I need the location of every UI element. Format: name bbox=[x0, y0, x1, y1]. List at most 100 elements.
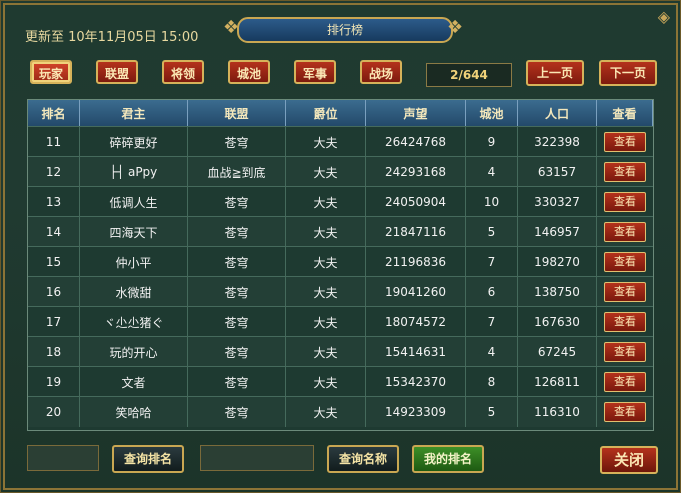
lord-cell: 文者 bbox=[80, 367, 188, 397]
title-cell: 大夫 bbox=[286, 367, 366, 397]
population-cell: 322398 bbox=[518, 127, 597, 157]
table-row: 12 ├┤ aPpy 血战≧到底 大夫 24293168 4 63157 查看 bbox=[28, 156, 653, 187]
cities-cell: 4 bbox=[466, 337, 518, 367]
prev-page-button[interactable]: 上一页 bbox=[526, 60, 584, 86]
col-view: 查看 bbox=[597, 100, 653, 126]
tab-military[interactable]: 军事 bbox=[294, 60, 336, 84]
rank-cell: 13 bbox=[28, 187, 80, 217]
prestige-cell: 18074572 bbox=[366, 307, 466, 337]
view-button[interactable]: 查看 bbox=[604, 342, 646, 362]
lord-cell: 碎碎更好 bbox=[80, 127, 188, 157]
view-button[interactable]: 查看 bbox=[604, 222, 646, 242]
tab-player[interactable]: 玩家 bbox=[30, 60, 72, 84]
lord-cell: 低调人生 bbox=[80, 187, 188, 217]
table-header: 排名 君主 联盟 爵位 声望 城池 人口 查看 bbox=[28, 100, 653, 126]
population-cell: 126811 bbox=[518, 367, 597, 397]
alliance-cell: 苍穹 bbox=[188, 187, 286, 217]
view-cell: 查看 bbox=[597, 157, 653, 187]
population-cell: 116310 bbox=[518, 397, 597, 427]
population-cell: 330327 bbox=[518, 187, 597, 217]
alliance-cell: 苍穹 bbox=[188, 277, 286, 307]
cities-cell: 5 bbox=[466, 217, 518, 247]
prestige-cell: 26424768 bbox=[366, 127, 466, 157]
tab-battlefield[interactable]: 战场 bbox=[360, 60, 402, 84]
cities-cell: 4 bbox=[466, 157, 518, 187]
window-title: 排行榜 bbox=[237, 17, 453, 43]
title-banner: ❖ 排行榜 ❖ bbox=[223, 13, 463, 43]
rank-cell: 15 bbox=[28, 247, 80, 277]
rank-cell: 20 bbox=[28, 397, 80, 427]
update-time: 更新至 10年11月05日 15:00 bbox=[25, 30, 199, 45]
col-rank[interactable]: 排名 bbox=[28, 100, 80, 126]
tab-general[interactable]: 将领 bbox=[162, 60, 204, 84]
col-lord[interactable]: 君主 bbox=[80, 100, 188, 126]
ornament-right-icon: ❖ bbox=[447, 17, 464, 38]
prestige-cell: 24293168 bbox=[366, 157, 466, 187]
prestige-cell: 14923309 bbox=[366, 397, 466, 427]
view-button[interactable]: 查看 bbox=[604, 192, 646, 212]
query-rank-button[interactable]: 查询排名 bbox=[112, 445, 184, 473]
col-alliance[interactable]: 联盟 bbox=[188, 100, 286, 126]
name-query-input[interactable] bbox=[200, 445, 314, 471]
next-page-button[interactable]: 下一页 bbox=[599, 60, 657, 86]
population-cell: 63157 bbox=[518, 157, 597, 187]
tab-alliance[interactable]: 联盟 bbox=[96, 60, 138, 84]
view-cell: 查看 bbox=[597, 187, 653, 217]
lord-cell: 四海天下 bbox=[80, 217, 188, 247]
rank-cell: 19 bbox=[28, 367, 80, 397]
alliance-cell: 苍穹 bbox=[188, 307, 286, 337]
ranking-table: 排名 君主 联盟 爵位 声望 城池 人口 查看 11 碎碎更好 苍穹 大夫 264247… bbox=[27, 99, 654, 431]
view-button[interactable]: 查看 bbox=[604, 252, 646, 272]
cities-cell: 10 bbox=[466, 187, 518, 217]
population-cell: 146957 bbox=[518, 217, 597, 247]
table-row: 16 水微甜 苍穹 大夫 19041260 6 138750 查看 bbox=[28, 276, 653, 307]
view-button[interactable]: 查看 bbox=[604, 372, 646, 392]
alliance-cell: 苍穹 bbox=[188, 337, 286, 367]
col-cities[interactable]: 城池 bbox=[466, 100, 518, 126]
prestige-cell: 15414631 bbox=[366, 337, 466, 367]
lord-cell: 水微甜 bbox=[80, 277, 188, 307]
prestige-cell: 19041260 bbox=[366, 277, 466, 307]
view-button[interactable]: 查看 bbox=[604, 282, 646, 302]
rank-cell: 11 bbox=[28, 127, 80, 157]
col-title[interactable]: 爵位 bbox=[286, 100, 366, 126]
close-button[interactable]: 关闭 bbox=[600, 446, 658, 474]
rank-cell: 18 bbox=[28, 337, 80, 367]
my-rank-button[interactable]: 我的排名 bbox=[412, 445, 484, 473]
title-cell: 大夫 bbox=[286, 307, 366, 337]
tab-city[interactable]: 城池 bbox=[228, 60, 270, 84]
title-cell: 大夫 bbox=[286, 397, 366, 427]
view-button[interactable]: 查看 bbox=[604, 162, 646, 182]
alliance-cell: 血战≧到底 bbox=[188, 157, 286, 187]
view-button[interactable]: 查看 bbox=[604, 312, 646, 332]
rank-cell: 17 bbox=[28, 307, 80, 337]
query-name-button[interactable]: 查询名称 bbox=[327, 445, 399, 473]
title-cell: 大夫 bbox=[286, 127, 366, 157]
cities-cell: 9 bbox=[466, 127, 518, 157]
rank-cell: 12 bbox=[28, 157, 80, 187]
view-cell: 查看 bbox=[597, 247, 653, 277]
col-population[interactable]: 人口 bbox=[518, 100, 597, 126]
rank-cell: 14 bbox=[28, 217, 80, 247]
table-row: 14 四海天下 苍穹 大夫 21847116 5 146957 查看 bbox=[28, 216, 653, 247]
col-prestige[interactable]: 声望 bbox=[366, 100, 466, 126]
table-row: 13 低调人生 苍穹 大夫 24050904 10 330327 查看 bbox=[28, 186, 653, 217]
ranking-window: 更新至 10年11月05日 15:00 ❖ 排行榜 ❖ ◈ 玩家 联盟 将领 城… bbox=[0, 0, 681, 493]
prestige-cell: 15342370 bbox=[366, 367, 466, 397]
alliance-cell: 苍穹 bbox=[188, 127, 286, 157]
view-cell: 查看 bbox=[597, 217, 653, 247]
view-cell: 查看 bbox=[597, 127, 653, 157]
table-row: 11 碎碎更好 苍穹 大夫 26424768 9 322398 查看 bbox=[28, 126, 653, 157]
view-cell: 查看 bbox=[597, 367, 653, 397]
rank-query-input[interactable] bbox=[27, 445, 99, 471]
lord-cell: 玩的开心 bbox=[80, 337, 188, 367]
cities-cell: 7 bbox=[466, 247, 518, 277]
view-button[interactable]: 查看 bbox=[604, 132, 646, 152]
alliance-cell: 苍穹 bbox=[188, 367, 286, 397]
table-row: 20 笑哈哈 苍穹 大夫 14923309 5 116310 查看 bbox=[28, 396, 653, 427]
view-button[interactable]: 查看 bbox=[604, 402, 646, 422]
table-row: 18 玩的开心 苍穹 大夫 15414631 4 67245 查看 bbox=[28, 336, 653, 367]
lord-cell: 仲小平 bbox=[80, 247, 188, 277]
corner-ornament-icon: ◈ bbox=[657, 7, 670, 26]
population-cell: 138750 bbox=[518, 277, 597, 307]
